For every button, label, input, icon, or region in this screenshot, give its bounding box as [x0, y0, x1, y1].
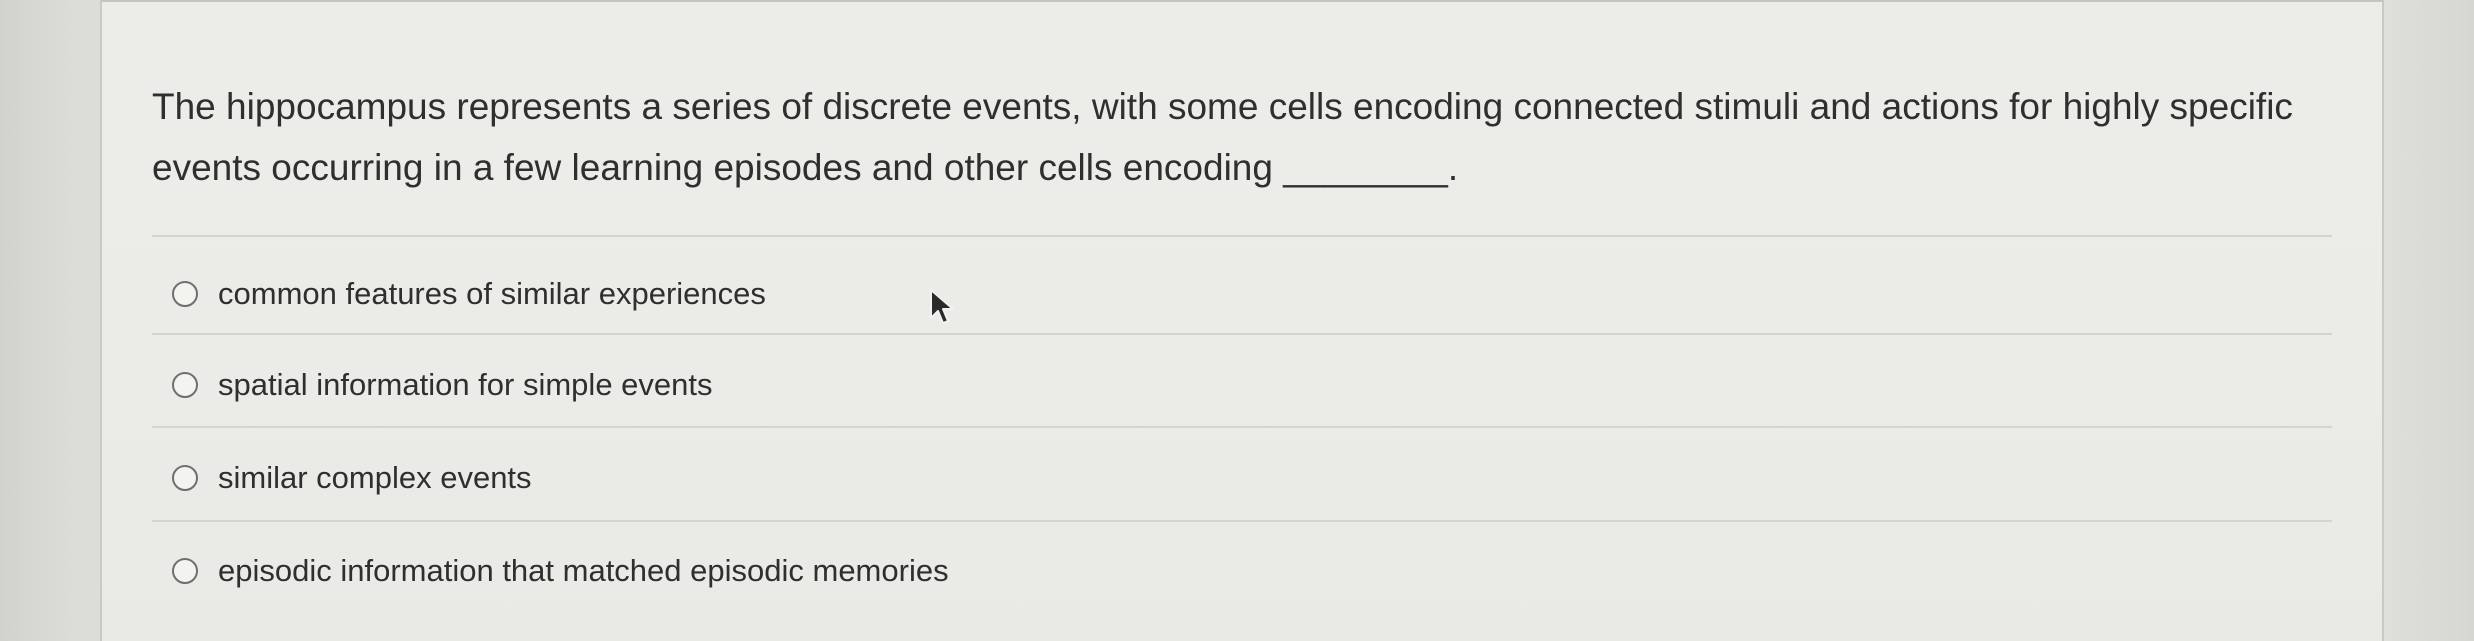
divider: [152, 520, 2332, 522]
question-card: The hippocampus represents a series of d…: [100, 0, 2384, 641]
radio-circle-icon[interactable]: [172, 372, 198, 398]
answer-option-label: common features of similar experiences: [218, 276, 766, 311]
question-text: The hippocampus represents a series of d…: [152, 86, 2293, 188]
answer-option-2[interactable]: spatial information for simple events: [172, 355, 713, 415]
answer-option-3[interactable]: similar complex events: [172, 448, 532, 508]
mouse-pointer-icon: [930, 289, 954, 324]
divider: [152, 426, 2332, 428]
divider: [152, 235, 2332, 237]
radio-circle-icon[interactable]: [172, 465, 198, 491]
answer-option-label: similar complex events: [218, 460, 532, 495]
radio-circle-icon[interactable]: [172, 281, 198, 307]
divider: [152, 333, 2332, 335]
radio-circle-icon[interactable]: [172, 558, 198, 584]
answer-option-1[interactable]: common features of similar experiences: [172, 264, 766, 324]
answer-option-label: spatial information for simple events: [218, 367, 713, 402]
answer-option-4[interactable]: episodic information that matched episod…: [172, 541, 949, 601]
answer-option-label: episodic information that matched episod…: [218, 553, 949, 588]
